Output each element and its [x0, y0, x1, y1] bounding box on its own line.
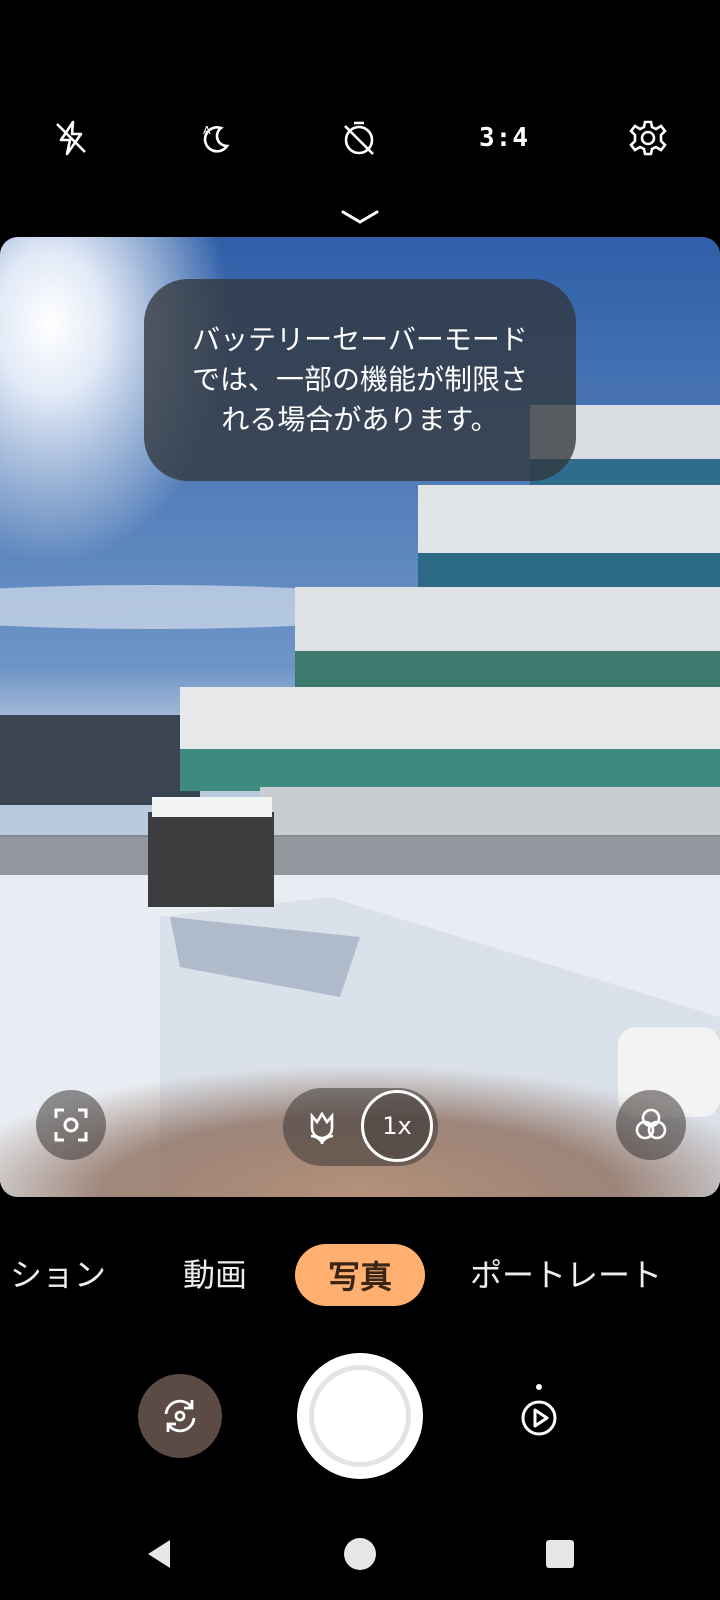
aspect-ratio-button[interactable]: 3:4	[478, 112, 530, 164]
mode-portrait[interactable]: ポートレート	[470, 1250, 662, 1296]
flash-off-icon	[56, 120, 86, 156]
new-media-dot	[536, 1384, 542, 1390]
filters-button[interactable]	[616, 1090, 686, 1160]
filters-icon	[635, 1108, 667, 1140]
timer-off-icon	[344, 121, 374, 155]
expand-chevron-icon[interactable]	[339, 206, 381, 230]
flash-off-button[interactable]	[45, 112, 97, 164]
nav-home-button[interactable]	[340, 1534, 380, 1574]
auto-night-icon: A	[203, 124, 230, 153]
camera-viewfinder[interactable]: バッテリーセーバーモードでは、一部の機能が制限される場合があります。 1x	[0, 237, 720, 1197]
focus-scan-icon	[54, 1108, 88, 1142]
shutter-button[interactable]	[297, 1353, 423, 1479]
switch-camera-button[interactable]	[138, 1374, 222, 1458]
lens-focus-button[interactable]	[36, 1090, 106, 1160]
mode-photo[interactable]: 写真	[295, 1244, 425, 1306]
nav-back-button[interactable]	[140, 1534, 180, 1574]
zoom-1x-button[interactable]: 1x	[361, 1090, 433, 1162]
svg-text:A: A	[203, 124, 211, 137]
gallery-play-icon[interactable]	[515, 1394, 563, 1442]
timer-button[interactable]	[333, 112, 385, 164]
macro-flower-icon[interactable]	[301, 1106, 343, 1148]
shutter-inner-ring	[309, 1365, 411, 1467]
zoom-control[interactable]: 1x	[283, 1088, 438, 1166]
night-mode-button[interactable]: A	[189, 112, 241, 164]
nav-recents-button[interactable]	[540, 1534, 580, 1574]
mode-video[interactable]: 動画	[183, 1250, 247, 1296]
settings-icon	[629, 120, 667, 156]
battery-saver-toast: バッテリーセーバーモードでは、一部の機能が制限される場合があります。	[144, 279, 576, 481]
settings-button[interactable]	[622, 112, 674, 164]
switch-camera-icon	[164, 1399, 196, 1433]
mode-action[interactable]: ション	[10, 1250, 106, 1296]
